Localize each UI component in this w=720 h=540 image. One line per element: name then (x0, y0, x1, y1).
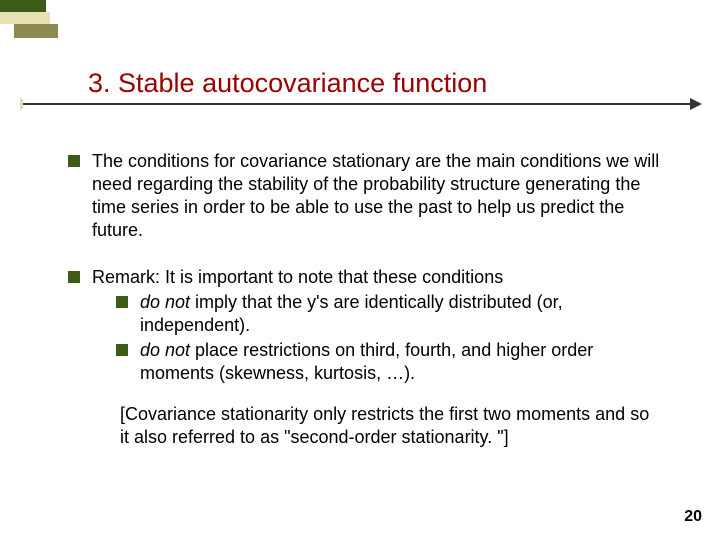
title-underline (20, 103, 700, 109)
bullet-item: Remark: It is important to note that the… (68, 266, 660, 449)
emphasis-text: do not (140, 340, 190, 360)
title-area: 3. Stable autocovariance function (88, 68, 680, 109)
sub-bullet-item: do not place restrictions on third, four… (116, 339, 660, 385)
emphasis-text: do not (140, 292, 190, 312)
sub-bullet-item: do not imply that the y's are identicall… (116, 291, 660, 337)
square-bullet-icon (116, 344, 128, 356)
square-bullet-icon (68, 155, 80, 167)
note-text: [Covariance stationarity only restricts … (120, 403, 660, 449)
square-bullet-icon (116, 296, 128, 308)
corner-decoration (0, 0, 60, 40)
bullet-text: place restrictions on third, fourth, and… (140, 340, 593, 383)
bullet-text: imply that the y's are identically distr… (140, 292, 563, 335)
slide-title: 3. Stable autocovariance function (88, 68, 680, 99)
arrow-right-icon (690, 98, 702, 110)
bullet-item: The conditions for covariance stationary… (68, 150, 660, 242)
page-number: 20 (684, 508, 702, 526)
bullet-text: The conditions for covariance stationary… (92, 151, 659, 240)
bullet-text: Remark: It is important to note that the… (92, 267, 503, 287)
content-area: The conditions for covariance stationary… (68, 150, 660, 473)
square-bullet-icon (68, 271, 80, 283)
slide: 3. Stable autocovariance function The co… (0, 0, 720, 540)
